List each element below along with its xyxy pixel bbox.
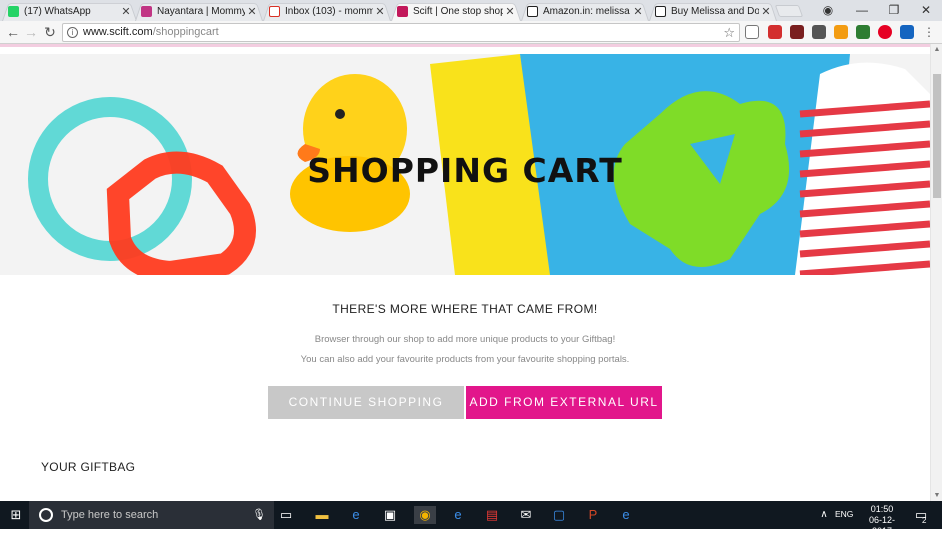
tab-amazon-1[interactable]: Amazon.in: melissa and ✕ <box>521 1 649 22</box>
taskbar-search-box[interactable]: Type here to search 🎙 <box>29 501 274 529</box>
gmail-icon <box>269 5 280 17</box>
browser-tab-strip: (17) WhatsApp ✕ Nayantara | Mommy Bl ✕ I… <box>0 0 942 22</box>
amazon-icon <box>527 5 538 17</box>
language-indicator[interactable]: ENG <box>835 509 853 519</box>
app-blue-icon[interactable]: ▢ <box>550 506 568 524</box>
tab-scift[interactable]: Scift | One stop shop fo ✕ <box>391 1 521 22</box>
file-explorer-icon[interactable]: ▬ <box>313 506 331 524</box>
tab-title: (17) WhatsApp <box>24 5 91 17</box>
instagram-icon <box>141 5 152 17</box>
whatsapp-icon <box>8 5 19 17</box>
notification-center-icon[interactable]: ▭ <box>912 506 930 524</box>
tab-close-icon[interactable]: ✕ <box>759 5 773 18</box>
scroll-up-icon[interactable]: ▲ <box>931 46 942 53</box>
extension-green-icon[interactable] <box>856 25 870 39</box>
tab-instagram[interactable]: Nayantara | Mommy Bl ✕ <box>135 1 263 22</box>
page-title: SHOPPING CART <box>307 151 623 190</box>
tray-chevron-icon[interactable]: ∧ <box>815 506 833 524</box>
scrollbar-thumb[interactable] <box>933 74 941 198</box>
microphone-icon[interactable]: 🎙 <box>252 501 266 529</box>
add-from-external-url-button[interactable]: ADD FROM EXTERNAL URL <box>466 386 662 419</box>
mail-icon[interactable]: ✉ <box>517 506 535 524</box>
url-path: /shoppingcart <box>152 26 219 38</box>
intro-text-line-2: You can also add your favourite products… <box>300 354 630 365</box>
windows-start-icon[interactable]: ⊞ <box>7 506 25 524</box>
extension-blue-icon[interactable] <box>900 25 914 39</box>
tab-whatsapp[interactable]: (17) WhatsApp ✕ <box>2 1 137 22</box>
powerpoint-icon[interactable]: P <box>584 506 602 524</box>
cortana-icon <box>39 508 53 522</box>
taskbar-clock[interactable]: 01:50 06-12-2017 <box>862 504 902 537</box>
profile-icon[interactable]: ◉ <box>812 0 844 21</box>
minimize-button[interactable]: — <box>846 0 878 21</box>
task-view-icon[interactable]: ▭ <box>277 506 295 524</box>
scift-favicon-icon <box>397 5 408 17</box>
url-host: www.scift.com <box>83 26 153 38</box>
page-content: SHOPPING CART THERE'S MORE WHERE THAT CA… <box>0 47 930 501</box>
extension-grey-icon[interactable] <box>812 25 826 39</box>
extension-shield-icon[interactable] <box>790 25 804 39</box>
tab-title: Amazon.in: melissa and <box>543 5 631 17</box>
movies-icon[interactable]: ▤ <box>483 506 501 524</box>
bookmark-star-icon[interactable]: ☆ <box>723 24 735 41</box>
edge-icon[interactable]: e <box>347 506 365 524</box>
ie-icon[interactable]: e <box>449 506 467 524</box>
giftbag-title: YOUR GIFTBAG <box>41 460 136 474</box>
chrome-menu-icon[interactable]: ⋮ <box>920 23 938 41</box>
extension-opera-icon[interactable] <box>768 25 782 39</box>
tab-title: Inbox (103) - mommyin <box>285 5 373 17</box>
tab-close-icon[interactable]: ✕ <box>119 5 133 18</box>
tab-title: Nayantara | Mommy Bl <box>157 5 245 17</box>
store-icon[interactable]: ▣ <box>381 506 399 524</box>
tab-title: Scift | One stop shop fo <box>413 5 503 17</box>
clock-date: 06-12-2017 <box>868 515 895 536</box>
tab-close-icon[interactable]: ✕ <box>503 5 517 18</box>
scroll-down-icon[interactable]: ▼ <box>931 492 942 499</box>
close-window-button[interactable]: ✕ <box>910 0 942 21</box>
forward-arrow-icon[interactable]: → <box>22 23 40 41</box>
maximize-button[interactable]: ❐ <box>878 0 910 21</box>
notification-count: 2 <box>922 516 927 525</box>
hero-banner: SHOPPING CART <box>0 54 930 275</box>
tab-close-icon[interactable]: ✕ <box>631 5 645 18</box>
chrome-taskbar-icon[interactable]: ◉ <box>414 506 436 524</box>
browser-toolbar: ← → ↻ i www.scift.com/shoppingcart ☆ ⋮ <box>0 21 942 44</box>
page-scrollbar[interactable]: ▲ ▼ <box>930 44 942 501</box>
cast-icon[interactable] <box>745 25 759 39</box>
reload-icon[interactable]: ↻ <box>41 23 59 41</box>
tab-gmail[interactable]: Inbox (103) - mommyin ✕ <box>263 1 391 22</box>
continue-shopping-button[interactable]: CONTINUE SHOPPING <box>268 386 464 419</box>
windows-taskbar: ⊞ Type here to search 🎙 ▭ ▬ e ▣ ◉ e ▤ ✉ … <box>0 501 942 536</box>
tab-close-icon[interactable]: ✕ <box>245 5 259 18</box>
back-arrow-icon[interactable]: ← <box>4 23 22 41</box>
pinterest-icon[interactable] <box>878 25 892 39</box>
search-placeholder: Type here to search <box>61 509 159 521</box>
ie-second-icon[interactable]: e <box>617 506 635 524</box>
clock-time: 01:50 <box>870 504 894 514</box>
amazon-icon <box>655 5 666 17</box>
intro-text-line-1: Browser through our shop to add more uni… <box>314 334 616 345</box>
address-bar[interactable]: i www.scift.com/shoppingcart ☆ <box>62 23 740 42</box>
extension-orange-icon[interactable] <box>834 25 848 39</box>
site-info-icon[interactable]: i <box>67 27 78 38</box>
section-heading: THERE'S MORE WHERE THAT CAME FROM! <box>332 302 598 316</box>
new-tab-button[interactable] <box>774 5 804 17</box>
tab-amazon-2[interactable]: Buy Melissa and Doug ✕ <box>649 1 777 22</box>
tab-title: Buy Melissa and Doug <box>671 5 759 17</box>
tab-close-icon[interactable]: ✕ <box>373 5 387 18</box>
